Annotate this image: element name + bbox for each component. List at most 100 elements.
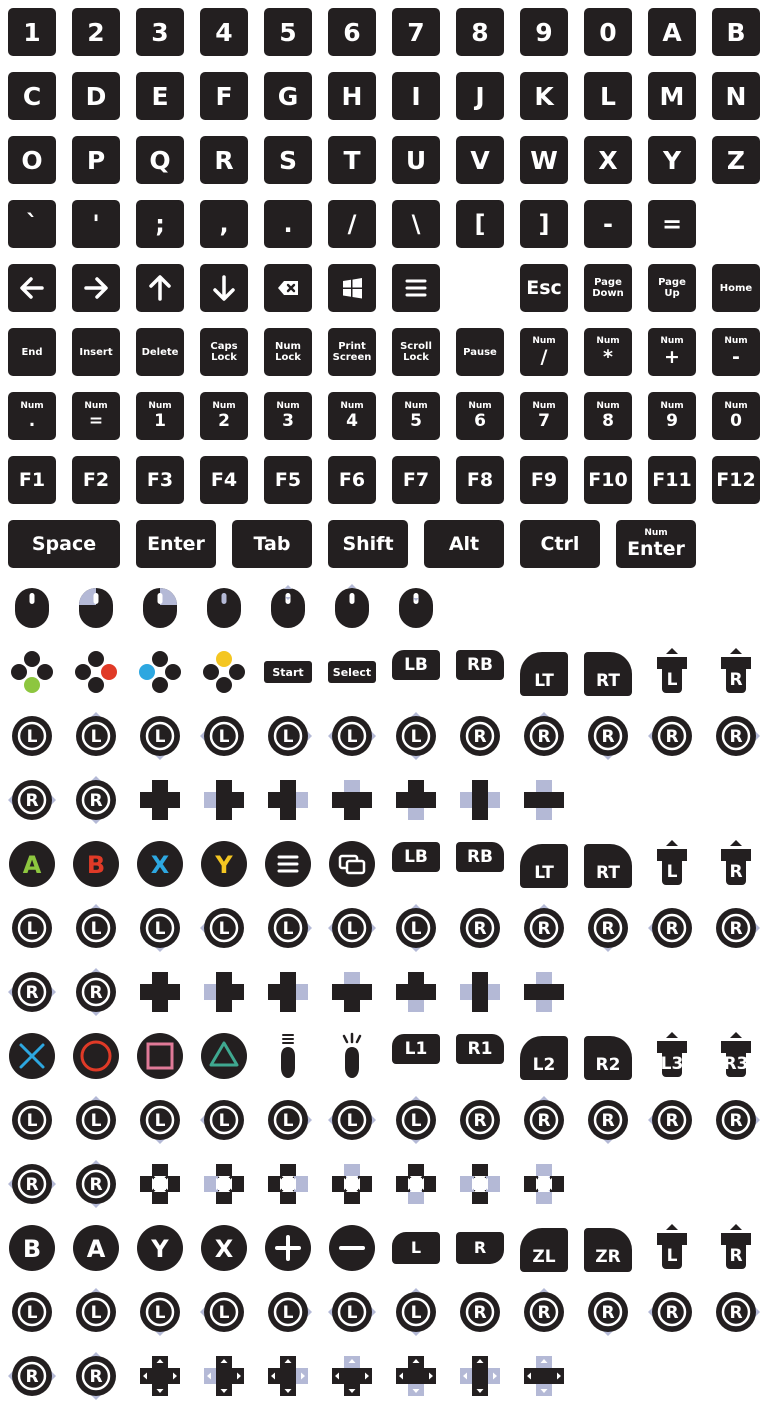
key-ctrl[interactable]: Ctrl: [520, 520, 600, 568]
switch-r-button[interactable]: R: [456, 1232, 504, 1264]
key-function[interactable]: F3: [136, 456, 184, 504]
key-symbol[interactable]: /: [328, 200, 376, 248]
dpad-down-icon[interactable]: [392, 968, 440, 1016]
stick-r-right[interactable]: R: [712, 1288, 760, 1336]
switch-plus-icon[interactable]: [264, 1224, 312, 1272]
xbox-x-button[interactable]: X: [136, 840, 184, 888]
key-7[interactable]: 7: [392, 8, 440, 56]
xbox-r-stick-press[interactable]: R: [712, 840, 760, 888]
dpad-horizontal-icon[interactable]: [456, 776, 504, 824]
key-q[interactable]: Q: [136, 136, 184, 184]
stick-l-press[interactable]: L: [8, 1288, 56, 1336]
switch-a-button[interactable]: A: [72, 1224, 120, 1272]
key-special[interactable]: Pause: [456, 328, 504, 376]
key-symbol[interactable]: ': [72, 200, 120, 248]
dpad-down-icon[interactable]: [392, 1160, 440, 1208]
xbox-b-button[interactable]: B: [72, 840, 120, 888]
switch-minus-icon[interactable]: [328, 1224, 376, 1272]
key-a[interactable]: A: [648, 8, 696, 56]
menu-icon[interactable]: [392, 264, 440, 312]
key-special[interactable]: Delete: [136, 328, 184, 376]
dpad-up-icon[interactable]: [328, 1352, 376, 1400]
key-function[interactable]: F8: [456, 456, 504, 504]
stick-l-right[interactable]: L: [264, 712, 312, 760]
stick-r-left[interactable]: R: [648, 712, 696, 760]
xbox-l-stick-press[interactable]: L: [648, 840, 696, 888]
key-numpad[interactable]: Num 5: [392, 392, 440, 440]
dpad-plain-icon[interactable]: [136, 1352, 184, 1400]
stick-r-down[interactable]: R: [584, 1288, 632, 1336]
button-south-icon[interactable]: [8, 648, 56, 696]
stick-l-h[interactable]: L: [328, 712, 376, 760]
stick-r-v[interactable]: R: [72, 968, 120, 1016]
stick-l-left[interactable]: L: [200, 1096, 248, 1144]
key-9[interactable]: 9: [520, 8, 568, 56]
stick-r-up[interactable]: R: [520, 1096, 568, 1144]
key-numpad[interactable]: Num 6: [456, 392, 504, 440]
key-numpad[interactable]: Num *: [584, 328, 632, 376]
stick-l-h[interactable]: L: [328, 1096, 376, 1144]
stick-r-left[interactable]: R: [648, 1288, 696, 1336]
stick-l-up[interactable]: L: [72, 1096, 120, 1144]
ps-triangle-icon[interactable]: [200, 1032, 248, 1080]
dpad-right-icon[interactable]: [264, 968, 312, 1016]
key-k[interactable]: K: [520, 72, 568, 120]
stick-l-up[interactable]: L: [72, 712, 120, 760]
stick-r-press[interactable]: R: [456, 712, 504, 760]
switch-x-button[interactable]: X: [200, 1224, 248, 1272]
rb-button[interactable]: RB: [456, 650, 504, 680]
stick-l-right[interactable]: L: [264, 904, 312, 952]
key-b[interactable]: B: [712, 8, 760, 56]
key-special[interactable]: End: [8, 328, 56, 376]
stick-r-left[interactable]: R: [648, 1096, 696, 1144]
dpad-plain-icon[interactable]: [136, 968, 184, 1016]
stick-r-v[interactable]: R: [72, 1160, 120, 1208]
xbox-lt-button[interactable]: LT: [520, 844, 568, 888]
stick-r-v[interactable]: R: [72, 776, 120, 824]
switch-b-button[interactable]: B: [8, 1224, 56, 1272]
key-n[interactable]: N: [712, 72, 760, 120]
key-t[interactable]: T: [328, 136, 376, 184]
dpad-horizontal-icon[interactable]: [456, 1352, 504, 1400]
dpad-vertical-icon[interactable]: [520, 776, 568, 824]
stick-r-right[interactable]: R: [712, 904, 760, 952]
key-3[interactable]: 3: [136, 8, 184, 56]
backspace-icon[interactable]: [264, 264, 312, 312]
stick-l-v[interactable]: L: [392, 904, 440, 952]
mouse-middle-click-icon[interactable]: [200, 584, 248, 632]
stick-r-up[interactable]: R: [520, 712, 568, 760]
dpad-up-icon[interactable]: [328, 776, 376, 824]
key-num-enter[interactable]: Num Enter: [616, 520, 696, 568]
key-symbol[interactable]: \: [392, 200, 440, 248]
xbox-lb-button[interactable]: LB: [392, 842, 440, 872]
key-function[interactable]: F6: [328, 456, 376, 504]
xbox-view-icon[interactable]: [328, 840, 376, 888]
key-o[interactable]: O: [8, 136, 56, 184]
key-numpad[interactable]: Num 7: [520, 392, 568, 440]
stick-r-down[interactable]: R: [584, 712, 632, 760]
key-symbol[interactable]: ,: [200, 200, 248, 248]
key-w[interactable]: W: [520, 136, 568, 184]
stick-r-h[interactable]: R: [8, 1352, 56, 1400]
key-z[interactable]: Z: [712, 136, 760, 184]
key-symbol[interactable]: `: [8, 200, 56, 248]
switch-l-button[interactable]: L: [392, 1232, 440, 1264]
stick-r-v[interactable]: R: [72, 1352, 120, 1400]
stick-l-down[interactable]: L: [136, 1288, 184, 1336]
stick-l-up[interactable]: L: [72, 904, 120, 952]
lt-button[interactable]: LT: [520, 652, 568, 696]
mouse-scroll-down-icon[interactable]: [392, 584, 440, 632]
key-special[interactable]: Num Lock: [264, 328, 312, 376]
key-function[interactable]: F12: [712, 456, 760, 504]
key-6[interactable]: 6: [328, 8, 376, 56]
dpad-plain-icon[interactable]: [136, 1160, 184, 1208]
switch-y-button[interactable]: Y: [136, 1224, 184, 1272]
key-symbol[interactable]: =: [648, 200, 696, 248]
key-s[interactable]: S: [264, 136, 312, 184]
button-west-icon[interactable]: [136, 648, 184, 696]
dpad-left-icon[interactable]: [200, 1160, 248, 1208]
stick-l-press[interactable]: L: [8, 712, 56, 760]
dpad-horizontal-icon[interactable]: [456, 1160, 504, 1208]
ps-r2-button[interactable]: R2: [584, 1036, 632, 1080]
key-function[interactable]: F11: [648, 456, 696, 504]
